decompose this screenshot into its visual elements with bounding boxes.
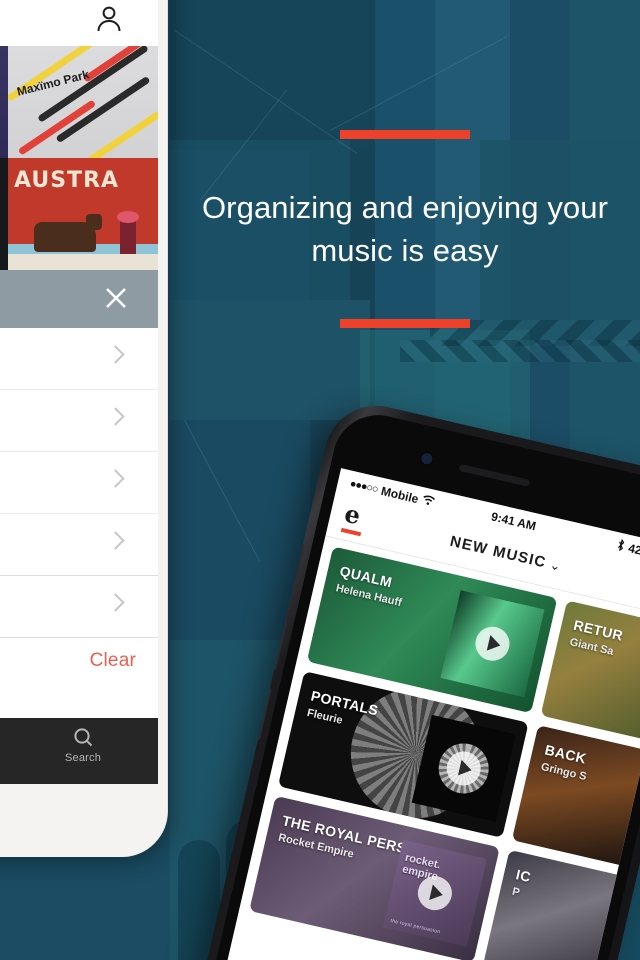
album-tile[interactable] (0, 158, 8, 270)
clear-button[interactable]: Clear (90, 650, 136, 672)
chevron-down-icon: ⌄ (548, 556, 564, 575)
album-tile[interactable] (0, 46, 8, 158)
tab-bar: Wishlist Search (0, 718, 158, 784)
chevron-right-icon (106, 345, 125, 364)
album-title: AUSTRA (14, 168, 120, 193)
list-item[interactable] (0, 514, 158, 576)
card-artist: Helena Hauff (334, 582, 403, 610)
close-icon[interactable] (102, 284, 130, 312)
bottom-accent-rule (340, 318, 470, 328)
battery-percent-label: 42% (626, 541, 640, 561)
chevron-right-icon (106, 469, 125, 488)
list-item[interactable] (0, 390, 158, 452)
wifi-icon (421, 493, 437, 510)
promo-headline-block: Organizing and enjoying your music is ea… (170, 130, 640, 328)
album-grid: Maxïmo Park AUSTRA (0, 46, 158, 270)
card-thumbnail[interactable] (440, 590, 545, 698)
list-heart-icon (0, 727, 8, 749)
white-phone-device: Maxïmo Park AUSTRA Clear Search (0, 0, 168, 857)
logo-underline (340, 527, 362, 537)
page-title: Organizing and enjoying your music is ea… (201, 190, 609, 268)
bg-triangle-strip (400, 340, 640, 362)
signal-dots-icon: ●●●○○ (348, 477, 379, 496)
card-thumbnail[interactable]: rocket. empire the royal persuasion (382, 839, 487, 947)
white-phone-screen: Maxïmo Park AUSTRA Clear Search (0, 0, 158, 784)
overlay-bar (0, 270, 158, 328)
chevron-right-icon (106, 531, 125, 550)
nav-title-label: NEW MUSIC (448, 532, 548, 572)
tab-label: Wishlist (0, 752, 8, 764)
tab-search[interactable]: Search (8, 718, 158, 784)
card-artist: P (510, 885, 521, 900)
list-item[interactable] (0, 576, 158, 638)
list-item[interactable] (0, 328, 158, 390)
chevron-right-icon (106, 407, 125, 426)
bg-block (170, 0, 370, 150)
album-art-caption: the royal persuasion (389, 917, 441, 936)
card-thumbnail[interactable] (411, 714, 516, 822)
person-icon[interactable] (94, 4, 124, 34)
bluetooth-icon (615, 538, 626, 554)
album-tile[interactable]: AUSTRA (8, 158, 158, 270)
app-header (0, 0, 158, 46)
carrier-label: Mobile (379, 483, 420, 507)
card-title: IC (514, 866, 533, 886)
settings-list: Clear (0, 328, 158, 690)
top-accent-rule (340, 130, 470, 139)
search-icon (8, 727, 158, 749)
list-item[interactable] (0, 452, 158, 514)
clear-row: Clear (0, 638, 158, 690)
music-card[interactable]: BACK Gringo S (511, 725, 640, 868)
tab-wishlist[interactable]: Wishlist (0, 718, 8, 784)
chevron-right-icon (106, 593, 125, 612)
music-card[interactable]: RETUR Giant Sa (540, 600, 640, 743)
play-icon[interactable] (472, 623, 513, 665)
card-artist: Fleurie (305, 706, 344, 727)
tab-label: Search (64, 752, 102, 764)
album-tile[interactable]: Maxïmo Park (8, 46, 158, 158)
